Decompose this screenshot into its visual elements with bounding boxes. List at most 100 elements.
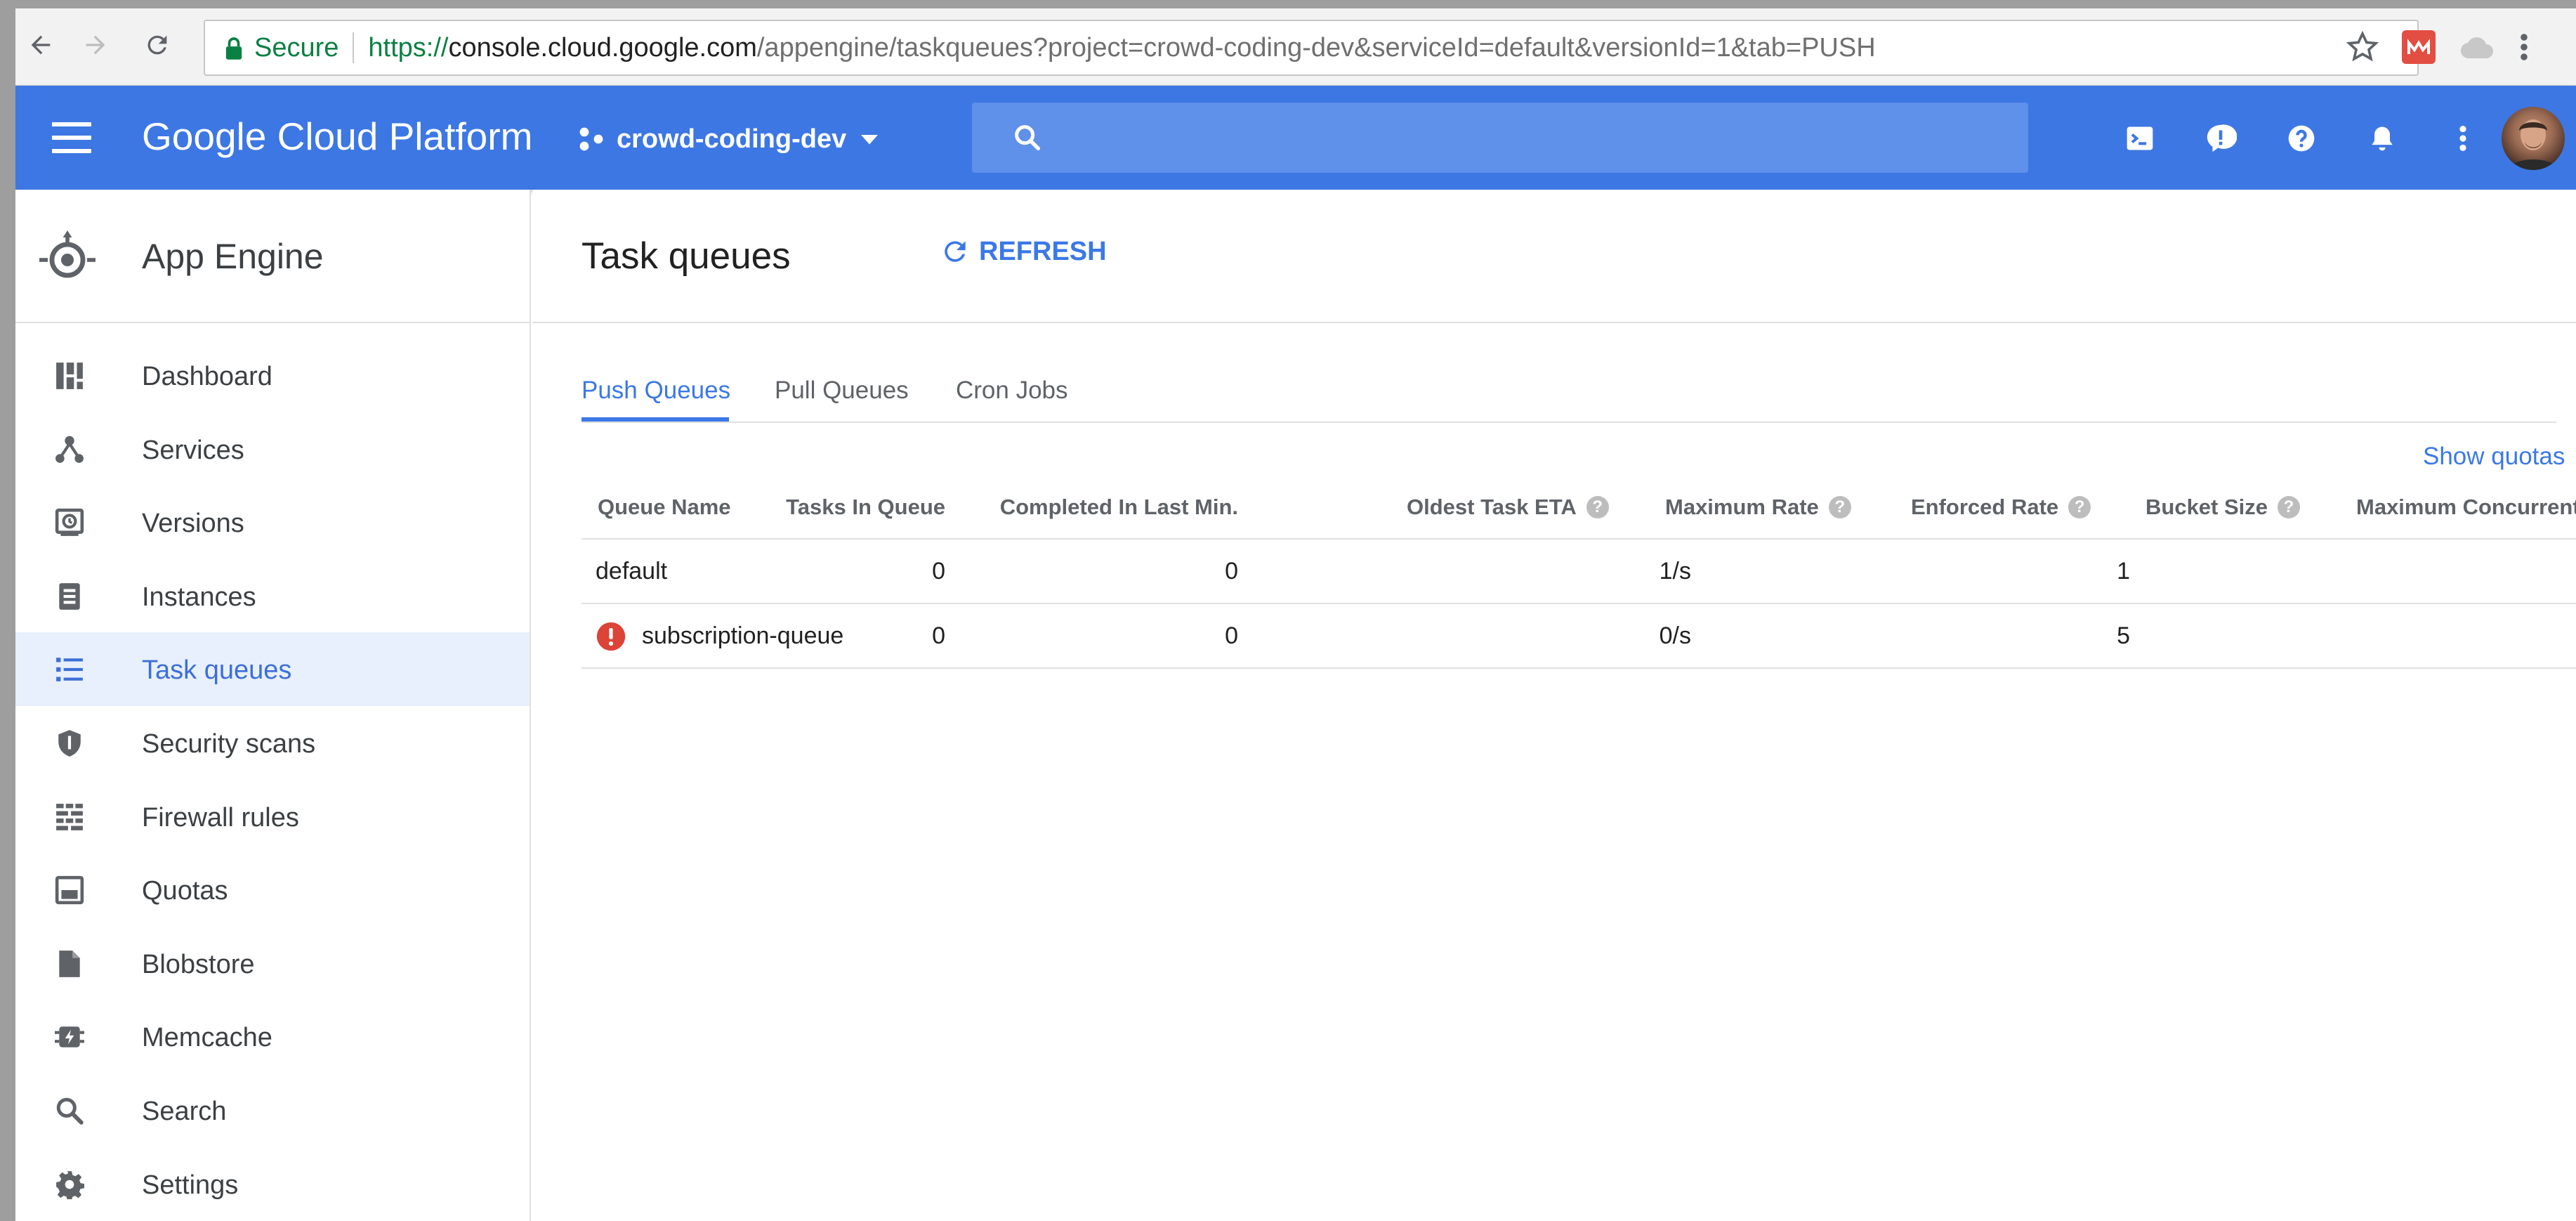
bucket-size-cell: 1	[2117, 558, 2130, 585]
tab-cron-jobs[interactable]: Cron Jobs	[956, 377, 1068, 405]
cloud-extension-icon[interactable]	[2458, 33, 2495, 61]
table-row[interactable]: subscription-queue 0 0 0/s 5	[581, 604, 2576, 669]
forward-button[interactable]	[76, 25, 115, 65]
tasks-in-queue-cell: 0	[932, 622, 945, 649]
refresh-icon	[945, 241, 966, 262]
project-name: crowd-coding-dev	[617, 124, 847, 154]
sidebar-item-label: Memcache	[142, 1023, 272, 1053]
page-header: Task queues REFRESH	[532, 190, 2576, 323]
notifications-button[interactable]	[2358, 114, 2407, 163]
sidebar-item-security-scans[interactable]: Security scans	[15, 706, 530, 780]
column-header-maximum-rate[interactable]: Maximum Rate?	[1665, 495, 1851, 520]
column-header-maximum-concurrent[interactable]: Maximum Concurrent	[2356, 495, 2576, 520]
sidebar-item-label: Dashboard	[142, 362, 272, 391]
extension-icon[interactable]	[2402, 30, 2436, 64]
sidebar-item-instances[interactable]: Instances	[15, 559, 530, 633]
firewall-icon	[55, 802, 84, 832]
help-icon[interactable]: ?	[2068, 496, 2091, 518]
queue-name-cell[interactable]: default	[596, 558, 667, 585]
more-options-button[interactable]	[2438, 114, 2488, 163]
project-selector[interactable]: crowd-coding-dev	[577, 119, 880, 159]
table-header: Queue Name Tasks In Queue Completed In L…	[581, 476, 2576, 540]
sidebar-item-services[interactable]: Services	[15, 412, 530, 486]
completed-cell: 0	[1225, 558, 1238, 585]
app-engine-icon	[39, 230, 96, 278]
sidebar-item-label: Search	[142, 1096, 227, 1126]
queue-name-cell[interactable]: subscription-queue	[642, 622, 843, 650]
search-icon	[55, 1096, 84, 1125]
sidebar: App Engine Dashboard Services Versions I…	[15, 190, 531, 1221]
column-header-enforced-rate[interactable]: Enforced Rate?	[1911, 495, 2091, 520]
url-host: console.cloud.google.com	[448, 32, 757, 63]
help-button[interactable]	[2277, 114, 2326, 163]
arrow-left-icon	[31, 35, 51, 55]
instances-icon	[55, 582, 84, 611]
project-nodes-icon	[579, 127, 603, 151]
arrow-right-icon	[86, 35, 105, 55]
sidebar-item-firewall-rules[interactable]: Firewall rules	[15, 780, 530, 854]
queue-table: Queue Name Tasks In Queue Completed In L…	[581, 476, 2576, 669]
column-header-oldest-task-eta[interactable]: Oldest Task ETA?	[1407, 495, 1609, 520]
feedback-button[interactable]	[2196, 114, 2245, 163]
reload-button[interactable]	[138, 25, 177, 65]
tasks-in-queue-cell: 0	[932, 558, 945, 585]
maximum-rate-cell: 1/s	[1659, 558, 1691, 585]
show-quotas-link[interactable]: Show quotas	[2423, 443, 2565, 471]
sidebar-item-dashboard[interactable]: Dashboard	[15, 339, 530, 412]
sidebar-item-label: Quotas	[142, 876, 228, 906]
bookmark-star-icon[interactable]	[2346, 30, 2379, 64]
sidebar-item-search[interactable]: Search	[15, 1073, 530, 1147]
back-button[interactable]	[21, 25, 60, 65]
refresh-label: REFRESH	[979, 236, 1107, 266]
sidebar-item-quotas[interactable]: Quotas	[15, 853, 530, 927]
reload-icon	[147, 35, 167, 55]
extension-logo-icon	[2407, 39, 2430, 54]
sidebar-item-memcache[interactable]: Memcache	[15, 1000, 530, 1073]
sidebar-item-label: Blobstore	[142, 949, 255, 979]
column-header-bucket-size[interactable]: Bucket Size?	[2145, 495, 2301, 520]
services-icon	[55, 435, 84, 464]
address-bar[interactable]: Secure https://console.cloud.google.com /…	[204, 20, 2419, 76]
browser-menu-icon[interactable]	[2517, 30, 2531, 64]
sidebar-item-settings[interactable]: Settings	[15, 1147, 530, 1221]
product-title: App Engine	[142, 237, 324, 276]
help-icon[interactable]: ?	[2278, 496, 2301, 518]
main-content: Task queues REFRESH Push Queues Pull Que…	[532, 190, 2576, 1221]
quotas-icon	[55, 875, 84, 905]
refresh-button[interactable]: REFRESH	[940, 236, 1107, 267]
sidebar-item-versions[interactable]: Versions	[15, 485, 530, 559]
avatar[interactable]	[2502, 107, 2565, 170]
sidebar-item-task-queues[interactable]: Task queues	[15, 632, 530, 706]
header-actions	[2115, 114, 2488, 163]
tab-push-queues[interactable]: Push Queues	[581, 377, 730, 405]
url-scheme: https://	[368, 32, 449, 63]
sidebar-item-label: Settings	[142, 1170, 239, 1200]
search-input[interactable]	[972, 103, 2028, 173]
column-header-queue-name[interactable]: Queue Name	[598, 495, 731, 520]
completed-cell: 0	[1225, 622, 1238, 649]
product-brand[interactable]: Google Cloud Platform	[142, 114, 532, 159]
sidebar-nav: Dashboard Services Versions Instances Ta…	[15, 339, 530, 1220]
table-row[interactable]: default 0 0 1/s 1	[581, 540, 2576, 604]
help-icon[interactable]: ?	[1586, 496, 1609, 518]
feedback-alert-icon	[2207, 124, 2237, 152]
sidebar-item-label: Task queues	[142, 655, 292, 686]
secure-label: Secure	[254, 32, 339, 63]
help-icon[interactable]: ?	[1828, 496, 1851, 518]
task-queues-icon	[55, 655, 84, 684]
console-header: Google Cloud Platform crowd-coding-dev	[15, 86, 2576, 190]
lock-icon	[225, 37, 242, 60]
tab-pull-queues[interactable]: Pull Queues	[775, 377, 909, 405]
chevron-down-icon	[861, 135, 879, 145]
column-header-tasks-in-queue[interactable]: Tasks In Queue	[786, 495, 945, 520]
cloud-shell-button[interactable]	[2115, 114, 2164, 163]
sidebar-item-blobstore[interactable]: Blobstore	[15, 927, 530, 1000]
error-icon	[596, 622, 626, 651]
sidebar-item-label: Security scans	[142, 729, 316, 759]
active-tab-indicator	[581, 417, 729, 422]
page-title: Task queues	[581, 235, 791, 277]
sidebar-item-label: Services	[142, 435, 244, 465]
file-icon	[55, 949, 84, 979]
hamburger-menu-icon[interactable]	[51, 118, 93, 157]
column-header-completed[interactable]: Completed In Last Min.	[1000, 495, 1238, 520]
